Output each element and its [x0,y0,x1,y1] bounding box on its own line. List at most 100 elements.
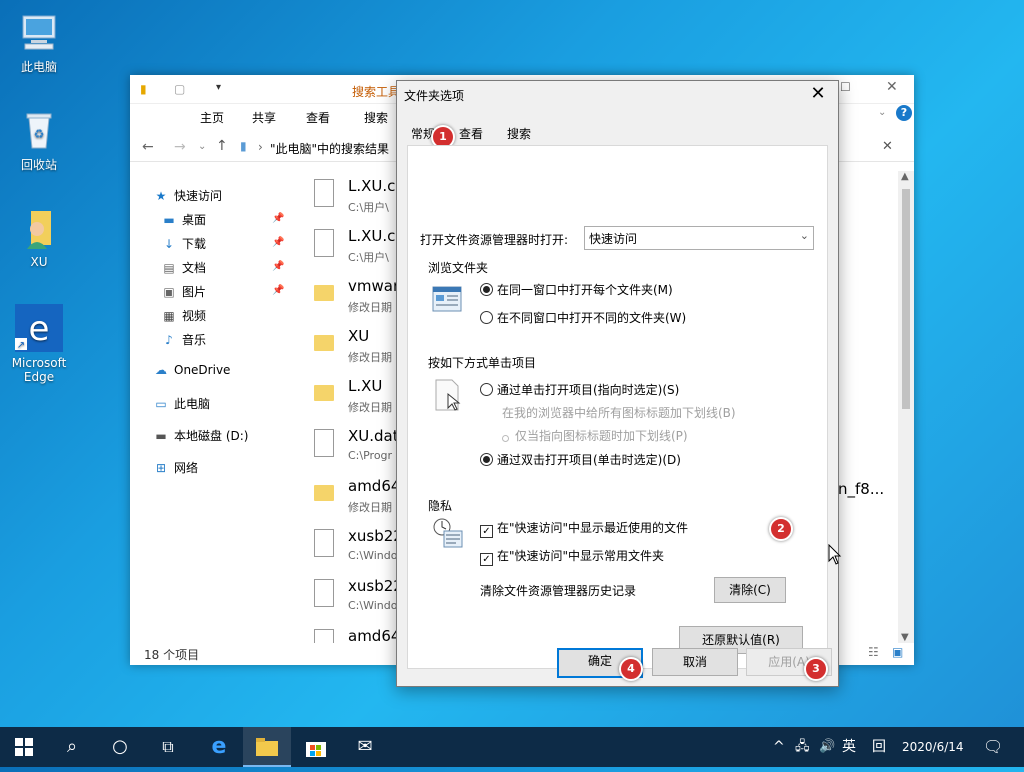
nav-item-pictures[interactable]: ▣ 图片 [162,283,206,300]
folder-icon [256,738,278,756]
ribbon-tab-view[interactable]: 查看 [306,109,330,126]
ribbon-tab-home[interactable]: 主页 [200,109,224,126]
nav-item-this-pc[interactable]: ▭ 此电脑 [154,395,210,412]
radio-underline-on-hover[interactable]: 仅当指向图标标题时加下划线(P) [502,427,688,444]
radio-indicator [502,435,509,442]
vertical-scrollbar[interactable]: ▲ ▼ [898,171,914,643]
scroll-up-icon[interactable]: ▲ [901,171,909,182]
edge-taskbar-icon[interactable]: e [195,727,243,767]
checkbox-show-frequent-folders[interactable]: ✓ 在"快速访问"中显示常用文件夹 [480,547,664,566]
details-view-icon[interactable]: ☷ [868,645,879,659]
scroll-down-icon[interactable]: ▼ [901,632,909,643]
edge-icon: e ↗ [15,304,63,352]
nav-item-documents[interactable]: ▤ 文档 [162,259,206,276]
clear-button[interactable]: 清除(C) [714,577,786,603]
breadcrumb[interactable]: "此电脑"中的搜索结果 [270,140,389,157]
nav-item-onedrive[interactable]: ☁ OneDrive [154,363,230,377]
close-icon[interactable]: ✕ [886,79,898,95]
taskbar: ⌕ ○ ⧉ e ✉ ^ 🖧 🔊 英 回 2020/6/14 🗨 [0,727,1024,767]
radio-single-click[interactable]: 通过单击打开项目(指向时选定)(S) [480,381,679,398]
open-explorer-select[interactable]: 快速访问 ⌄ [584,226,814,250]
recent-locations-icon[interactable]: ⌄ [198,141,206,152]
click-items-icon [434,378,462,412]
music-icon: ♪ [165,333,173,347]
file-name: amd64 [348,627,401,643]
cancel-button[interactable]: 取消 [652,648,738,676]
scroll-thumb[interactable] [902,189,910,409]
expand-ribbon-icon[interactable]: ⌄ [878,107,886,118]
desktop-icon-label: Microsoft Edge [11,356,67,384]
step-badge-3: 3 [804,657,828,681]
desktop-icon-recycle-bin[interactable]: ♻ 回收站 [7,108,71,173]
click-items-heading: 按如下方式单击项目 [428,356,537,370]
ime-language[interactable]: 英 [842,727,856,767]
forward-arrow-icon[interactable]: → [174,139,186,155]
search-icon[interactable]: ⌕ [48,727,96,767]
maximize-icon[interactable]: ☐ [840,80,851,94]
select-value: 快速访问 [589,232,638,246]
nav-item-videos[interactable]: ▦ 视频 [162,307,206,324]
pin-icon: 📌 [272,261,285,272]
back-arrow-icon[interactable]: ← [142,139,154,155]
quick-access-toolbar-icon[interactable]: ▢ [174,82,185,96]
checkbox-show-recent-files[interactable]: ✓ 在"快速访问"中显示最近使用的文件 [480,519,688,538]
radio-browse-same-window[interactable]: 在同一窗口中打开每个文件夹(M) [480,281,673,298]
video-icon: ▦ [163,309,175,323]
clear-search-icon[interactable]: ✕ [882,139,893,154]
tab-search[interactable]: 搜索 [507,125,531,142]
volume-icon[interactable]: 🔊 [819,727,835,767]
start-button[interactable] [0,727,48,767]
nav-item-quick-access[interactable]: ★ 快速访问 [154,187,222,204]
desktop-icon-edge[interactable]: e ↗ Microsoft Edge [7,304,71,384]
radio-double-click[interactable]: 通过双击打开项目(单击时选定)(D) [480,451,681,468]
clear-history-label: 清除文件资源管理器历史记录 [480,584,637,598]
file-detail: C:\Windo [348,549,398,562]
help-icon[interactable]: ? [896,105,912,121]
pin-icon: 📌 [272,285,285,296]
browse-folders-heading: 浏览文件夹 [428,261,489,275]
breadcrumb-separator: › [258,140,263,154]
ribbon-tab-search[interactable]: 搜索 [364,109,388,126]
file-icon [314,179,334,207]
tab-view[interactable]: 查看 [459,125,483,142]
store-icon[interactable] [292,727,340,767]
checkbox-label: 在"快速访问"中显示常用文件夹 [497,549,665,563]
desktop-icon-this-pc[interactable]: 此电脑 [7,10,71,75]
network-icon[interactable]: 🖧 [795,727,810,767]
nav-item-desktop[interactable]: ▬ 桌面 [162,211,206,228]
chevron-up-icon[interactable]: ^ [773,727,785,767]
notification-icon[interactable]: 🗨 [983,727,1003,767]
drive-icon: ▬ [155,429,167,443]
customize-toolbar-icon[interactable]: ▾ [216,82,221,93]
radio-label: 仅当指向图标标题时加下划线(P) [515,429,688,443]
radio-browse-different-window[interactable]: 在不同窗口中打开不同的文件夹(W) [480,309,686,326]
ribbon-tab-share[interactable]: 共享 [252,109,276,126]
cortana-icon[interactable]: ○ [96,727,144,767]
file-explorer-taskbar-icon[interactable] [243,727,291,767]
folder-icon [314,385,334,401]
close-icon[interactable]: ✕ [806,83,830,105]
nav-item-downloads[interactable]: ↓ 下载 [162,235,206,252]
radio-label: 在不同窗口中打开不同的文件夹(W) [497,311,687,325]
desktop-icon-label: 此电脑 [20,60,57,74]
nav-label: 文档 [182,261,207,275]
nav-item-music[interactable]: ♪ 音乐 [162,331,206,348]
mail-icon[interactable]: ✉ [341,727,389,767]
nav-item-network[interactable]: ⊞ 网络 [154,459,198,476]
file-icon [314,579,334,607]
desktop-icon-label: XU [30,255,48,269]
large-icons-view-icon[interactable]: ▣ [892,645,903,659]
open-explorer-label: 打开文件资源管理器时打开: [420,233,569,247]
desktop-icon: ▬ [163,213,175,227]
nav-item-local-disk[interactable]: ▬ 本地磁盘 (D:) [154,427,248,444]
download-icon: ↓ [163,237,175,251]
radio-indicator [480,383,493,396]
ime-mode[interactable]: 回 [872,727,886,767]
step-badge-4: 4 [619,657,643,681]
nav-label: 本地磁盘 (D:) [174,429,249,443]
desktop-icon-user-folder[interactable]: XU [7,207,71,269]
clock-date[interactable]: 2020/6/14 [902,727,964,767]
up-arrow-icon[interactable]: ↑ [216,138,228,154]
radio-underline-always[interactable]: 在我的浏览器中给所有图标标题加下划线(B) [502,404,736,421]
task-view-icon[interactable]: ⧉ [144,727,192,767]
